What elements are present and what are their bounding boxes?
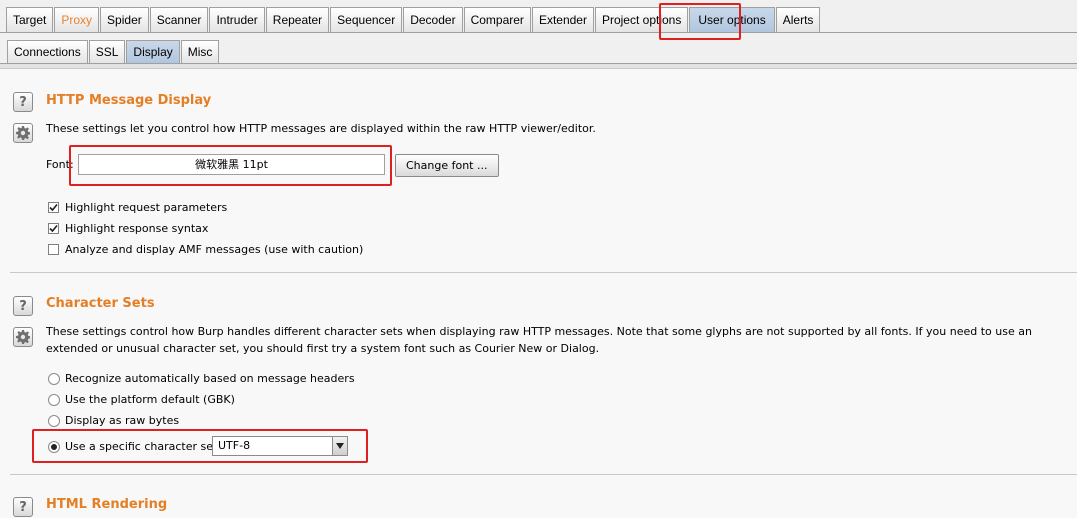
tab-user-options[interactable]: User options (689, 7, 775, 32)
tab-extender[interactable]: Extender (531, 7, 594, 32)
check-icon (49, 203, 58, 212)
tab-decoder[interactable]: Decoder (403, 7, 463, 32)
settings-button[interactable] (13, 327, 33, 347)
section-title-html-rendering: HTML Rendering (46, 497, 168, 512)
radio-specific-charset-label: Use a specific character set: (65, 440, 222, 453)
radio-platform-default[interactable] (48, 394, 60, 406)
charset-select[interactable]: UTF-8 (212, 436, 348, 456)
help-button[interactable]: ? (13, 497, 33, 517)
radio-specific-charset[interactable] (48, 441, 60, 453)
section-divider (10, 474, 1077, 475)
subtab-display[interactable]: Display (126, 40, 180, 63)
gear-icon (16, 126, 30, 140)
tab-intruder[interactable]: Intruder (209, 7, 265, 32)
tab-sequencer[interactable]: Sequencer (330, 7, 403, 32)
tab-spider[interactable]: Spider (100, 7, 149, 32)
main-tabs: Target Proxy Spider Scanner Intruder Rep… (6, 7, 821, 33)
highlight-response-checkbox[interactable] (48, 223, 59, 234)
highlight-response-label: Highlight response syntax (65, 222, 209, 235)
tab-scanner[interactable]: Scanner (149, 7, 209, 32)
character-sets-description: These settings control how Burp handles … (46, 325, 1032, 355)
section-title-character-sets: Character Sets (46, 296, 155, 311)
analyze-amf-label: Analyze and display AMF messages (use wi… (65, 243, 364, 256)
charset-select-value: UTF-8 (218, 439, 251, 452)
tab-repeater[interactable]: Repeater (265, 7, 330, 32)
help-button[interactable]: ? (13, 296, 33, 316)
radio-raw-bytes-label: Display as raw bytes (65, 414, 180, 427)
tab-proxy[interactable]: Proxy (54, 7, 100, 32)
panel-top-edge (0, 64, 1077, 69)
check-icon (49, 224, 58, 233)
radio-selected-dot (51, 444, 57, 450)
font-field[interactable]: 微软雅黑 11pt (78, 154, 385, 175)
radio-platform-default-label: Use the platform default (GBK) (65, 393, 235, 406)
dropdown-arrow-icon[interactable] (332, 437, 347, 455)
tab-comparer[interactable]: Comparer (463, 7, 531, 32)
help-icon: ? (19, 499, 27, 515)
subtab-misc[interactable]: Misc (180, 40, 220, 63)
font-label: Font: (46, 158, 74, 171)
section-divider (10, 272, 1077, 273)
http-display-description: These settings let you control how HTTP … (46, 122, 596, 135)
tab-alerts[interactable]: Alerts (775, 7, 821, 32)
change-font-button[interactable]: Change font ... (395, 154, 499, 177)
tab-divider (0, 32, 1077, 33)
highlight-request-checkbox[interactable] (48, 202, 59, 213)
sub-tabs: Connections SSL Display Misc (7, 40, 220, 64)
help-icon: ? (19, 94, 27, 110)
analyze-amf-checkbox[interactable] (48, 244, 59, 255)
help-icon: ? (19, 298, 27, 314)
settings-button[interactable] (13, 123, 33, 143)
subtab-connections[interactable]: Connections (7, 40, 88, 63)
tab-project-options[interactable]: Project options (594, 7, 689, 32)
highlight-request-label: Highlight request parameters (65, 201, 228, 214)
radio-auto-detect-label: Recognize automatically based on message… (65, 372, 355, 385)
gear-icon (16, 330, 30, 344)
subtab-ssl[interactable]: SSL (88, 40, 126, 63)
section-title-http-message-display: HTTP Message Display (46, 93, 212, 108)
radio-raw-bytes[interactable] (48, 415, 60, 427)
tab-target[interactable]: Target (6, 7, 54, 32)
radio-auto-detect[interactable] (48, 373, 60, 385)
help-button[interactable]: ? (13, 92, 33, 112)
